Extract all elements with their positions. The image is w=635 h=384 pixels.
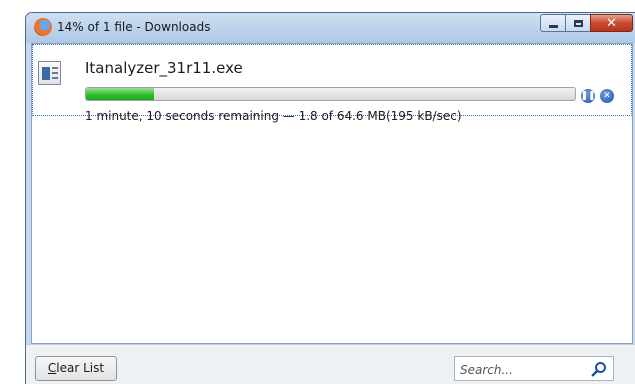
downloads-window: 14% of 1 file - Downloads ✕ Itanalyzer_3… <box>25 12 635 384</box>
search-input[interactable] <box>455 357 592 382</box>
firefox-icon <box>34 18 52 36</box>
minimize-icon <box>548 24 558 28</box>
title-bar[interactable]: 14% of 1 file - Downloads ✕ <box>26 13 635 43</box>
maximize-button[interactable] <box>565 14 591 32</box>
download-status: 1 minute, 10 seconds remaining — 1.8 of … <box>85 109 462 123</box>
pause-button[interactable]: ❚❚ <box>580 89 596 103</box>
search-box[interactable] <box>454 356 614 382</box>
close-button[interactable]: ✕ <box>590 14 633 32</box>
cancel-icon: ✕ <box>603 90 611 101</box>
minimize-button[interactable] <box>540 14 566 32</box>
download-progress-bar <box>85 87 576 101</box>
clear-list-label: lear List <box>56 361 105 375</box>
window-title: 14% of 1 file - Downloads <box>57 20 211 34</box>
footer-bar: Clear List <box>26 344 635 384</box>
download-file-name: Itanalyzer_31r11.exe <box>85 59 243 77</box>
window-controls: ✕ <box>540 14 633 32</box>
pause-icon: ❚❚ <box>580 90 596 101</box>
progress-fill <box>86 88 155 100</box>
clear-list-button[interactable]: Clear List <box>35 356 117 381</box>
maximize-icon <box>573 19 583 27</box>
search-icon[interactable] <box>591 361 607 377</box>
executable-file-icon <box>38 61 61 85</box>
download-item[interactable]: Itanalyzer_31r11.exe ❚❚ ✕ 1 minute, 10 s… <box>32 44 632 123</box>
cancel-button[interactable]: ✕ <box>600 89 614 103</box>
close-icon: ✕ <box>606 15 617 31</box>
downloads-list[interactable]: Itanalyzer_31r11.exe ❚❚ ✕ 1 minute, 10 s… <box>31 43 633 344</box>
